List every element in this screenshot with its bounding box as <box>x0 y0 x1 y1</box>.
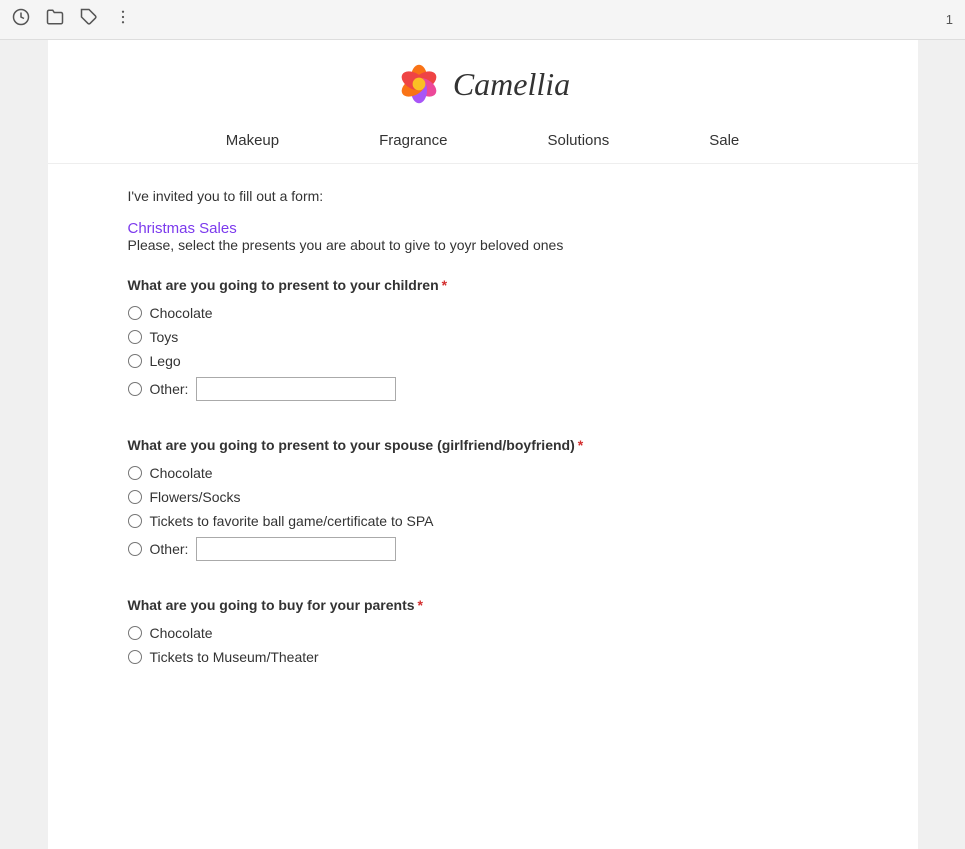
form-title[interactable]: Christmas Sales <box>128 220 237 237</box>
clock-icon[interactable] <box>12 8 30 31</box>
nav-sale[interactable]: Sale <box>709 132 739 149</box>
other-label-spouse: Other: <box>150 541 189 557</box>
option-tickets-spouse: Tickets to favorite ball game/certificat… <box>128 513 838 529</box>
question-children-label: What are you going to present to your ch… <box>128 277 838 293</box>
label-chocolate-children: Chocolate <box>150 305 213 321</box>
required-star: * <box>442 277 447 293</box>
option-toys-children: Toys <box>128 329 838 345</box>
other-label-children: Other: <box>150 381 189 397</box>
tag-icon[interactable] <box>80 8 98 31</box>
folder-icon[interactable] <box>46 8 64 31</box>
question-children: What are you going to present to your ch… <box>128 277 838 401</box>
radio-museum-parents[interactable] <box>128 650 142 664</box>
question-spouse: What are you going to present to your sp… <box>128 437 838 561</box>
radio-tickets-spouse[interactable] <box>128 514 142 528</box>
page-number: 1 <box>946 12 953 27</box>
top-bar: 1 <box>0 0 965 40</box>
nav-fragrance[interactable]: Fragrance <box>379 132 447 149</box>
radio-chocolate-spouse[interactable] <box>128 466 142 480</box>
label-flowers-spouse: Flowers/Socks <box>150 489 241 505</box>
radio-chocolate-parents[interactable] <box>128 626 142 640</box>
form-description: Please, select the presents you are abou… <box>128 237 838 253</box>
radio-other-children[interactable] <box>128 382 142 396</box>
option-other-children: Other: <box>128 377 838 401</box>
label-chocolate-parents: Chocolate <box>150 625 213 641</box>
option-flowers-spouse: Flowers/Socks <box>128 489 838 505</box>
label-museum-parents: Tickets to Museum/Theater <box>150 649 319 665</box>
required-star-parents: * <box>418 597 423 613</box>
logo-text: Camellia <box>453 66 570 103</box>
label-toys-children: Toys <box>150 329 179 345</box>
question-parents: What are you going to buy for your paren… <box>128 597 838 665</box>
nav-solutions[interactable]: Solutions <box>548 132 610 149</box>
logo-area: Camellia <box>48 40 918 118</box>
form-area: I've invited you to fill out a form: Chr… <box>48 164 918 725</box>
logo-icon <box>395 60 443 108</box>
option-other-spouse: Other: <box>128 537 838 561</box>
option-chocolate-spouse: Chocolate <box>128 465 838 481</box>
label-lego-children: Lego <box>150 353 181 369</box>
radio-chocolate-children[interactable] <box>128 306 142 320</box>
question-spouse-label: What are you going to present to your sp… <box>128 437 838 453</box>
option-lego-children: Lego <box>128 353 838 369</box>
question-parents-label: What are you going to buy for your paren… <box>128 597 838 613</box>
option-museum-parents: Tickets to Museum/Theater <box>128 649 838 665</box>
option-chocolate-parents: Chocolate <box>128 625 838 641</box>
radio-toys-children[interactable] <box>128 330 142 344</box>
main-content: Camellia Makeup Fragrance Solutions Sale… <box>48 40 918 849</box>
nav-makeup[interactable]: Makeup <box>226 132 279 149</box>
nav-bar: Makeup Fragrance Solutions Sale <box>48 118 918 164</box>
required-star-spouse: * <box>578 437 583 453</box>
other-input-children[interactable] <box>196 377 396 401</box>
radio-lego-children[interactable] <box>128 354 142 368</box>
option-chocolate-children: Chocolate <box>128 305 838 321</box>
label-chocolate-spouse: Chocolate <box>150 465 213 481</box>
more-options-icon[interactable] <box>114 8 132 31</box>
radio-other-spouse[interactable] <box>128 542 142 556</box>
label-tickets-spouse: Tickets to favorite ball game/certificat… <box>150 513 434 529</box>
radio-flowers-spouse[interactable] <box>128 490 142 504</box>
invite-text: I've invited you to fill out a form: <box>128 188 838 204</box>
other-input-spouse[interactable] <box>196 537 396 561</box>
